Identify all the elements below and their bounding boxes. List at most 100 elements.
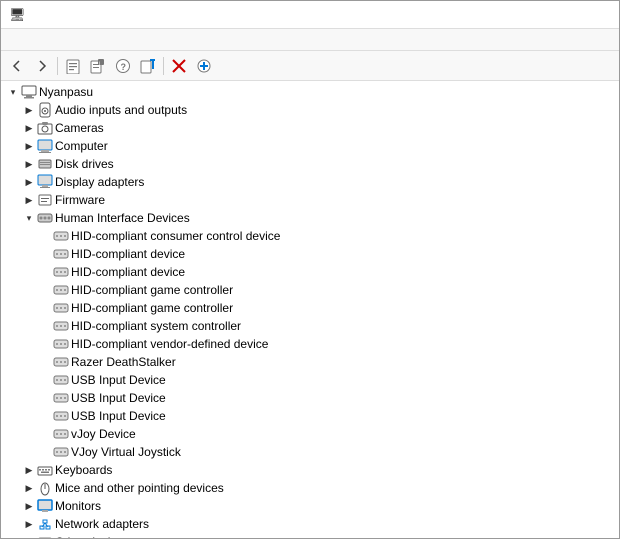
tree-item-vjoydev[interactable]: vJoy Device [1,425,619,443]
tree-item-nyanpasu[interactable]: ▾ Nyanpasu [1,83,619,101]
expand-icon-network[interactable]: ▶ [21,516,37,532]
tree-item-hid3[interactable]: HID-compliant device [1,263,619,281]
device-label-nyanpasu: Nyanpasu [39,85,93,99]
tree-item-otherdevices[interactable]: ▾?Other devices [1,533,619,538]
tree-item-firmware[interactable]: ▶Firmware [1,191,619,209]
menu-file[interactable] [5,38,21,42]
device-label-hid1: HID-compliant consumer control device [71,229,280,243]
expand-icon-computer[interactable]: ▶ [21,138,37,154]
tree-item-hid1[interactable]: HID-compliant consumer control device [1,227,619,245]
device-label-network: Network adapters [55,517,149,531]
device-icon-hid2 [53,246,69,262]
close-button[interactable] [593,7,611,23]
tree-item-hid6[interactable]: HID-compliant system controller [1,317,619,335]
tree-item-hid4[interactable]: HID-compliant game controller [1,281,619,299]
device-label-hid: Human Interface Devices [55,211,190,225]
svg-text:?: ? [121,62,127,72]
tree-item-hid5[interactable]: HID-compliant game controller [1,299,619,317]
device-label-vjoydev: vJoy Device [71,427,136,441]
toolbar-separator-2 [163,57,164,75]
tree-item-monitors[interactable]: ▶Monitors [1,497,619,515]
device-label-vjoy: VJoy Virtual Joystick [71,445,181,459]
title-bar-left: 🖥 [9,7,32,23]
expand-icon-cameras[interactable]: ▶ [21,120,37,136]
toolbar-separator-1 [57,57,58,75]
expand-icon-nyanpasu[interactable]: ▾ [5,84,21,100]
tree-item-cameras[interactable]: ▶ Cameras [1,119,619,137]
expand-icon-displayadapters[interactable]: ▶ [21,174,37,190]
tree-item-mice[interactable]: ▶ Mice and other pointing devices [1,479,619,497]
tree-item-razer[interactable]: Razer DeathStalker [1,353,619,371]
tree-item-hid[interactable]: ▾ Human Interface Devices [1,209,619,227]
device-label-usb1: USB Input Device [71,373,166,387]
tree-item-computer[interactable]: ▶ Computer [1,137,619,155]
device-icon-hid3 [53,264,69,280]
device-icon-hid1 [53,228,69,244]
window-icon: 🖥 [9,7,26,23]
expand-icon-otherdevices[interactable]: ▾ [21,534,37,538]
device-label-keyboards: Keyboards [55,463,112,477]
device-icon-hid4 [53,282,69,298]
expand-icon-keyboards[interactable]: ▶ [21,462,37,478]
device-icon-cameras [37,120,53,136]
device-icon-displayadapters [37,174,53,190]
device-label-usb3: USB Input Device [71,409,166,423]
device-tree[interactable]: ▾Nyanpasu▶Audio inputs and outputs▶Camer… [1,81,619,538]
expand-icon-hid[interactable]: ▾ [21,210,37,226]
tree-item-hid7[interactable]: HID-compliant vendor-defined device [1,335,619,353]
menu-view[interactable] [37,38,53,42]
device-icon-keyboards [37,462,53,478]
device-label-hid4: HID-compliant game controller [71,283,233,297]
device-icon-hid6 [53,318,69,334]
menu-help[interactable] [53,38,69,42]
device-icon-razer [53,354,69,370]
maximize-button[interactable] [571,7,589,23]
tree-item-usb1[interactable]: USB Input Device [1,371,619,389]
forward-button[interactable] [30,54,54,78]
tree-item-network[interactable]: ▶ Network adapters [1,515,619,533]
device-label-audio: Audio inputs and outputs [55,103,187,117]
device-icon-audio [37,102,53,118]
expand-icon-diskdrives[interactable]: ▶ [21,156,37,172]
scan-button[interactable] [136,54,160,78]
device-icon-usb3 [53,408,69,424]
device-label-hid3: HID-compliant device [71,265,185,279]
device-label-diskdrives: Disk drives [55,157,114,171]
svg-text:i: i [99,61,100,67]
tree-item-audio[interactable]: ▶ Audio inputs and outputs [1,101,619,119]
device-icon-otherdevices: ? [37,534,53,538]
properties-button[interactable] [61,54,85,78]
tree-item-keyboards[interactable]: ▶ Keyboards [1,461,619,479]
remove-button[interactable] [167,54,191,78]
device-icon-usb1 [53,372,69,388]
expand-icon-firmware[interactable]: ▶ [21,192,37,208]
device-label-mice: Mice and other pointing devices [55,481,224,495]
device-icon-hid7 [53,336,69,352]
device-icon-nyanpasu [21,84,37,100]
add-button[interactable] [192,54,216,78]
update-button[interactable]: i [86,54,110,78]
tree-item-usb3[interactable]: USB Input Device [1,407,619,425]
minimize-button[interactable] [549,7,567,23]
menu-action[interactable] [21,38,37,42]
toolbar: i ? [1,51,619,81]
device-label-hid5: HID-compliant game controller [71,301,233,315]
expand-icon-monitors[interactable]: ▶ [21,498,37,514]
tree-item-usb2[interactable]: USB Input Device [1,389,619,407]
device-icon-network [37,516,53,532]
device-icon-diskdrives [37,156,53,172]
device-label-displayadapters: Display adapters [55,175,144,189]
device-icon-hid5 [53,300,69,316]
expand-icon-audio[interactable]: ▶ [21,102,37,118]
device-label-computer: Computer [55,139,108,153]
menu-bar [1,29,619,51]
help-button[interactable]: ? [111,54,135,78]
expand-icon-mice[interactable]: ▶ [21,480,37,496]
device-icon-mice [37,480,53,496]
tree-item-vjoy[interactable]: VJoy Virtual Joystick [1,443,619,461]
tree-item-hid2[interactable]: HID-compliant device [1,245,619,263]
device-label-cameras: Cameras [55,121,104,135]
tree-item-diskdrives[interactable]: ▶ Disk drives [1,155,619,173]
tree-item-displayadapters[interactable]: ▶ Display adapters [1,173,619,191]
back-button[interactable] [5,54,29,78]
